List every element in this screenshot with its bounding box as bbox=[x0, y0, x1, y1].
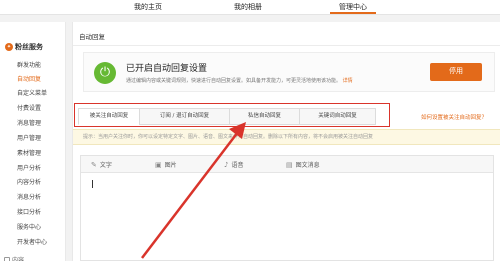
arrow-head bbox=[229, 122, 246, 139]
annotation-arrow bbox=[141, 122, 246, 259]
arrow-shaft bbox=[141, 131, 239, 259]
